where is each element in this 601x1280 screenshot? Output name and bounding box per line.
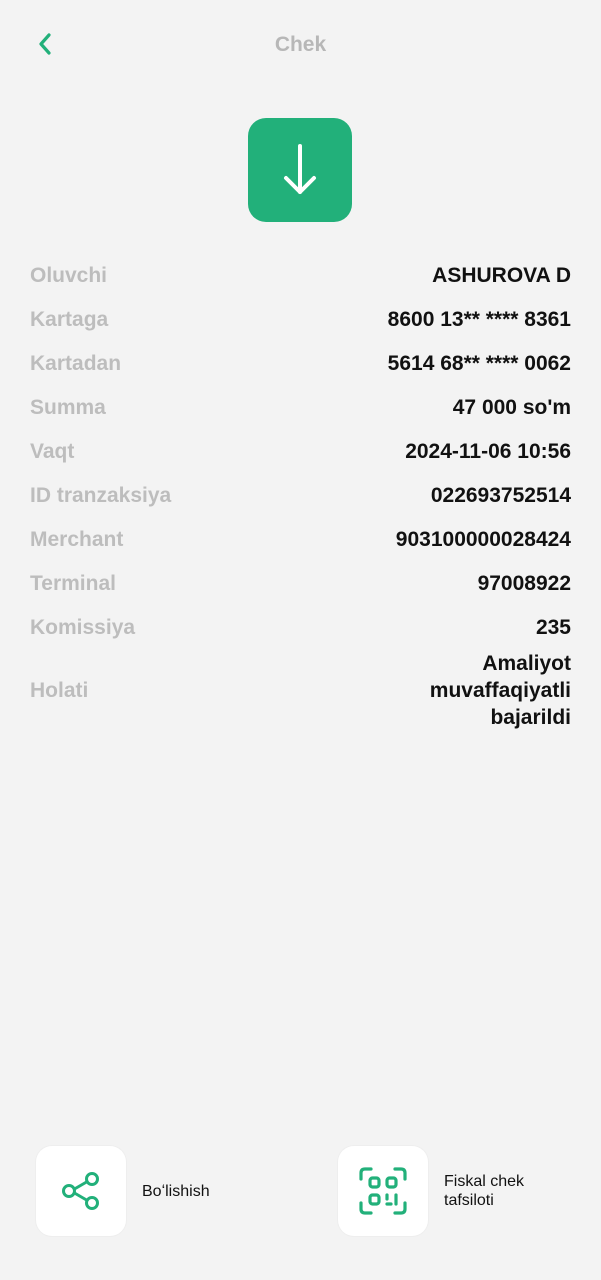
detail-row-time: Vaqt 2024-11-06 10:56	[30, 430, 571, 474]
share-button[interactable]: Boʻlishish	[36, 1146, 252, 1236]
detail-label: Vaqt	[30, 440, 75, 463]
detail-label: Terminal	[30, 572, 116, 595]
detail-value: 022693752514	[430, 484, 571, 507]
detail-label: Holati	[30, 678, 89, 702]
detail-row-status: Holati Amaliyot muvaffaqiyatli bajarildi	[30, 650, 571, 731]
arrow-down-icon	[284, 144, 316, 194]
share-label: Boʻlishish	[142, 1182, 210, 1200]
detail-value: ASHUROVA D	[432, 264, 571, 287]
detail-row-to-card: Kartaga 8600 13** **** 8361	[30, 298, 571, 342]
detail-value: 903100000028424	[395, 528, 571, 551]
page-title: Chek	[274, 33, 327, 56]
detail-label: Summa	[30, 396, 106, 419]
detail-row-amount: Summa 47 000 so'm	[30, 386, 571, 430]
share-tile[interactable]	[36, 1146, 126, 1236]
qr-code-icon	[359, 1167, 407, 1215]
detail-row-from-card: Kartadan 5614 68** **** 0062	[30, 342, 571, 386]
incoming-transfer-badge	[248, 118, 352, 222]
receipt-details: Oluvchi ASHUROVA D Kartaga 8600 13** ***…	[30, 254, 571, 731]
fiscal-tile[interactable]	[338, 1146, 428, 1236]
detail-value: 97008922	[477, 572, 571, 595]
detail-label: Kartadan	[30, 352, 122, 375]
detail-value: 5614 68** **** 0062	[387, 352, 571, 375]
detail-label: Merchant	[30, 528, 124, 551]
detail-row-recipient: Oluvchi ASHUROVA D	[30, 254, 571, 298]
status-value: Amaliyot muvaffaqiyatli bajarildi	[429, 652, 571, 729]
detail-row-merchant: Merchant 903100000028424	[30, 518, 571, 562]
detail-row-transaction-id: ID tranzaksiya 022693752514	[30, 474, 571, 518]
detail-value: 8600 13** **** 8361	[387, 308, 571, 331]
detail-value: 2024-11-06 10:56	[405, 440, 571, 463]
share-icon	[62, 1172, 99, 1210]
detail-row-commission: Komissiya 235	[30, 606, 571, 650]
detail-label: ID tranzaksiya	[30, 484, 172, 507]
detail-label: Oluvchi	[30, 264, 108, 287]
detail-value: 47 000 so'm	[452, 396, 571, 419]
detail-row-terminal: Terminal 97008922	[30, 562, 571, 606]
fiscal-receipt-button[interactable]: Fiskal chek tafsiloti	[338, 1146, 554, 1236]
detail-label: Kartaga	[30, 308, 109, 331]
fiscal-label: Fiskal chek tafsiloti	[444, 1173, 525, 1209]
detail-label: Komissiya	[30, 616, 136, 639]
detail-value: 235	[535, 616, 571, 639]
top-bar: Chek	[0, 0, 601, 90]
